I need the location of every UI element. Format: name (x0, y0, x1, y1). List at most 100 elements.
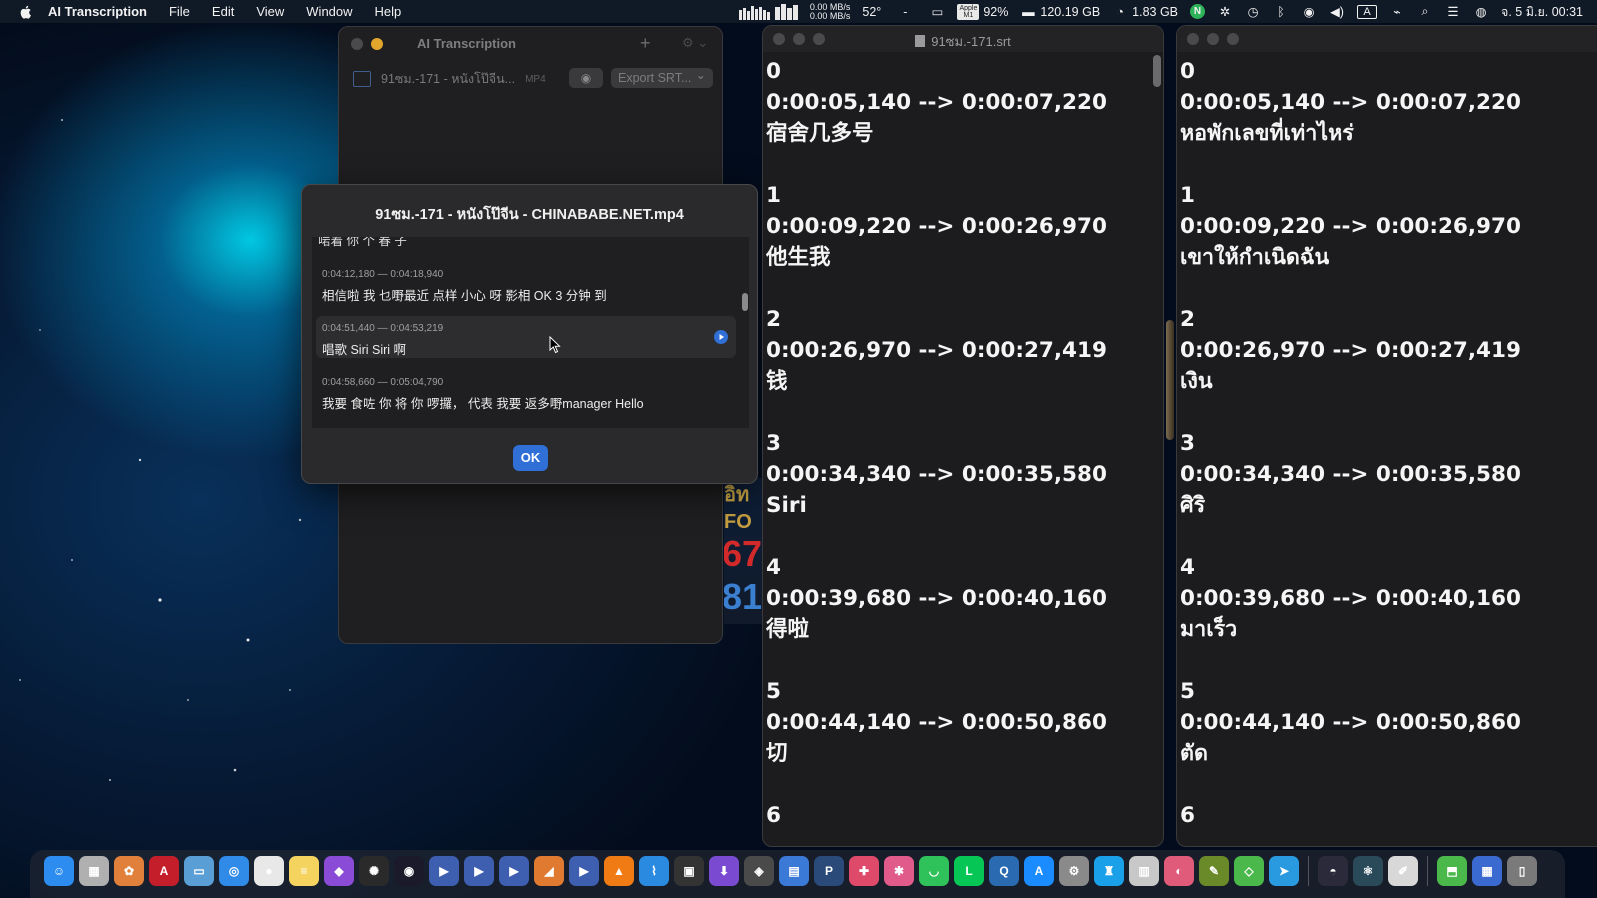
srt-index: 6 (1180, 803, 1195, 828)
archive-icon[interactable]: ▥ (1129, 856, 1159, 886)
player-3-icon[interactable]: ▶ (499, 856, 529, 886)
segment-row-selected[interactable]: 0:04:51,440 — 0:04:53,219 唱歌 Siri Siri 啊 (316, 316, 736, 358)
srt-text: Siri (766, 493, 807, 518)
minimize-button[interactable] (371, 38, 383, 50)
play-icon[interactable] (714, 330, 728, 344)
dropper-icon[interactable]: ✎ (1199, 856, 1229, 886)
srt-content[interactable]: 0 0:00:05,140 --> 0:00:07,220 宿舍几多号 1 0:00:… (763, 52, 1163, 846)
pixel-icon[interactable]: ✚ (849, 856, 879, 886)
trash-icon[interactable]: ▯ (1507, 856, 1537, 886)
photos-icon[interactable]: ✿ (114, 856, 144, 886)
electron-icon[interactable]: ⚛ (1353, 856, 1383, 886)
player-4-icon[interactable]: ▶ (569, 856, 599, 886)
airplay-icon[interactable]: ▭ (929, 5, 945, 19)
pro-app-icon[interactable]: P (814, 856, 844, 886)
volume-icon[interactable]: ◀) (1329, 5, 1345, 19)
screen-capture-icon[interactable]: ▣ (674, 856, 704, 886)
github-icon[interactable]: ◓ (1318, 856, 1348, 886)
control-center-icon[interactable]: ☰ (1445, 5, 1461, 19)
memory-stat[interactable]: ◔ 1.83 GB (1112, 5, 1178, 19)
scrollbar-thumb[interactable] (742, 293, 748, 311)
notes-icon[interactable]: ≡ (289, 856, 319, 886)
elmedia-icon[interactable]: ◢ (534, 856, 564, 886)
bluetooth-icon[interactable]: ᛒ (1273, 5, 1289, 19)
vlc-icon[interactable]: ▲ (604, 856, 634, 886)
apple-icon[interactable] (18, 4, 34, 20)
user-icon[interactable]: ◉ (1301, 5, 1317, 19)
safari-icon[interactable]: ◎ (219, 856, 249, 886)
telegram-icon[interactable]: ➤ (1269, 856, 1299, 886)
gear-icon[interactable]: ⚙ ⌄ (682, 35, 708, 51)
preview-icon[interactable]: ▭ (184, 856, 214, 886)
segment-row[interactable]: 0:04:12,180 — 0:04:18,940 相信啦 我 乜嘢最近 点样 … (316, 262, 736, 304)
temperature[interactable]: 52° (862, 5, 881, 19)
minimize-button[interactable] (1207, 33, 1219, 45)
editor-icon[interactable]: ✐ (1388, 856, 1418, 886)
disk-stat[interactable]: ▬ 120.19 GB (1020, 5, 1100, 19)
finder-icon[interactable]: ☺ (44, 856, 74, 886)
srt-scrollbar[interactable] (1153, 55, 1161, 87)
menu-window[interactable]: Window (306, 4, 352, 19)
line-icon[interactable]: L (954, 856, 984, 886)
quicktime-icon[interactable]: Q (989, 856, 1019, 886)
srt-text: เงิน (1180, 369, 1213, 394)
srt-content[interactable]: 0 0:00:05,140 --> 0:00:07,220 หอพักเลขที่เ… (1177, 52, 1597, 846)
wechat-icon[interactable]: ◡ (919, 856, 949, 886)
system-settings-icon[interactable]: ⚙ (1059, 856, 1089, 886)
menu-file[interactable]: File (169, 4, 190, 19)
launchpad-icon[interactable]: ▦ (79, 856, 109, 886)
menu-view[interactable]: View (256, 4, 284, 19)
davinci-icon[interactable]: ✺ (359, 856, 389, 886)
affinity-icon[interactable]: ◆ (324, 856, 354, 886)
window-titlebar: AI Transcription + ⚙ ⌄ (339, 27, 722, 61)
add-icon[interactable]: + (640, 33, 651, 54)
ok-button[interactable]: OK (513, 445, 548, 471)
export-srt-button[interactable]: Export SRT... ⌄ (611, 68, 713, 88)
siri-icon[interactable]: ◍ (1473, 5, 1489, 19)
extension-icon[interactable]: ✲ (1217, 5, 1233, 19)
file-name[interactable]: 91ซม.-171 - หนังโป๊จีน... (381, 69, 515, 89)
srt-entry: 4 0:00:39,680 --> 0:00:40,160 มาเร็ว (1180, 552, 1597, 676)
chrome-icon[interactable]: ● (254, 856, 284, 886)
qq-icon[interactable]: ♜ (1094, 856, 1124, 886)
zoom-button[interactable] (1227, 33, 1239, 45)
app-store-icon[interactable]: A (1024, 856, 1054, 886)
player-1-icon[interactable]: ▶ (429, 856, 459, 886)
close-button[interactable] (351, 38, 363, 50)
n-app-icon[interactable]: N (1190, 4, 1206, 19)
adobe-icon[interactable]: A (149, 856, 179, 886)
segment-scrollbar[interactable] (741, 237, 749, 428)
gamepad-icon[interactable]: ◈ (744, 856, 774, 886)
srt-text: 切 (766, 741, 788, 766)
preview-button[interactable]: ◉ (569, 68, 603, 88)
segment-row[interactable]: 0:04:58,660 — 0:05:04,790 我要 食咗 你 将 你 啰攞… (316, 370, 736, 412)
vscode-icon[interactable]: ⌇ (639, 856, 669, 886)
net-down: 0.00 MB/s (809, 10, 851, 21)
close-button[interactable] (1187, 33, 1199, 45)
documents-icon[interactable]: ▦ (1472, 856, 1502, 886)
menu-help[interactable]: Help (375, 4, 402, 19)
srt-entry: 2 0:00:26,970 --> 0:00:27,419 钱 (766, 304, 1163, 428)
eye-icon: ◉ (580, 71, 592, 85)
time-machine-icon[interactable]: ◷ (1245, 5, 1261, 19)
player-2-icon[interactable]: ▶ (464, 856, 494, 886)
vpn-icon[interactable]: ◇ (1234, 856, 1264, 886)
downie-icon[interactable]: ⬇ (709, 856, 739, 886)
wifi-off-icon[interactable]: ⌁ (1389, 5, 1405, 19)
chevron-down-icon: ⌄ (695, 68, 706, 82)
segment-list[interactable]: 啱着 你 个 春 子 0:04:12,180 — 0:04:18,940 相信啦… (312, 237, 749, 428)
network-stats[interactable]: 0.00 MB/s 0.00 MB/s (809, 2, 851, 21)
fragment-text-4: 81 (724, 576, 762, 617)
cpu-meter-icon[interactable] (738, 3, 798, 20)
datetime[interactable]: จ. 5 มิ.ย. 00:31 (1501, 2, 1583, 22)
downloads-icon[interactable]: ⬒ (1437, 856, 1467, 886)
files-icon[interactable]: ▤ (779, 856, 809, 886)
color-icon[interactable]: ✱ (884, 856, 914, 886)
spotlight-icon[interactable]: ⌕ (1417, 4, 1433, 19)
cleaner-icon[interactable]: ◐ (1164, 856, 1194, 886)
menu-edit[interactable]: Edit (212, 4, 234, 19)
app-menu[interactable]: AI Transcription (48, 4, 147, 19)
cpu-stat[interactable]: Apple M1 92% (957, 3, 1008, 20)
input-source[interactable]: A (1357, 4, 1378, 19)
hitfilm-icon[interactable]: ◉ (394, 856, 424, 886)
